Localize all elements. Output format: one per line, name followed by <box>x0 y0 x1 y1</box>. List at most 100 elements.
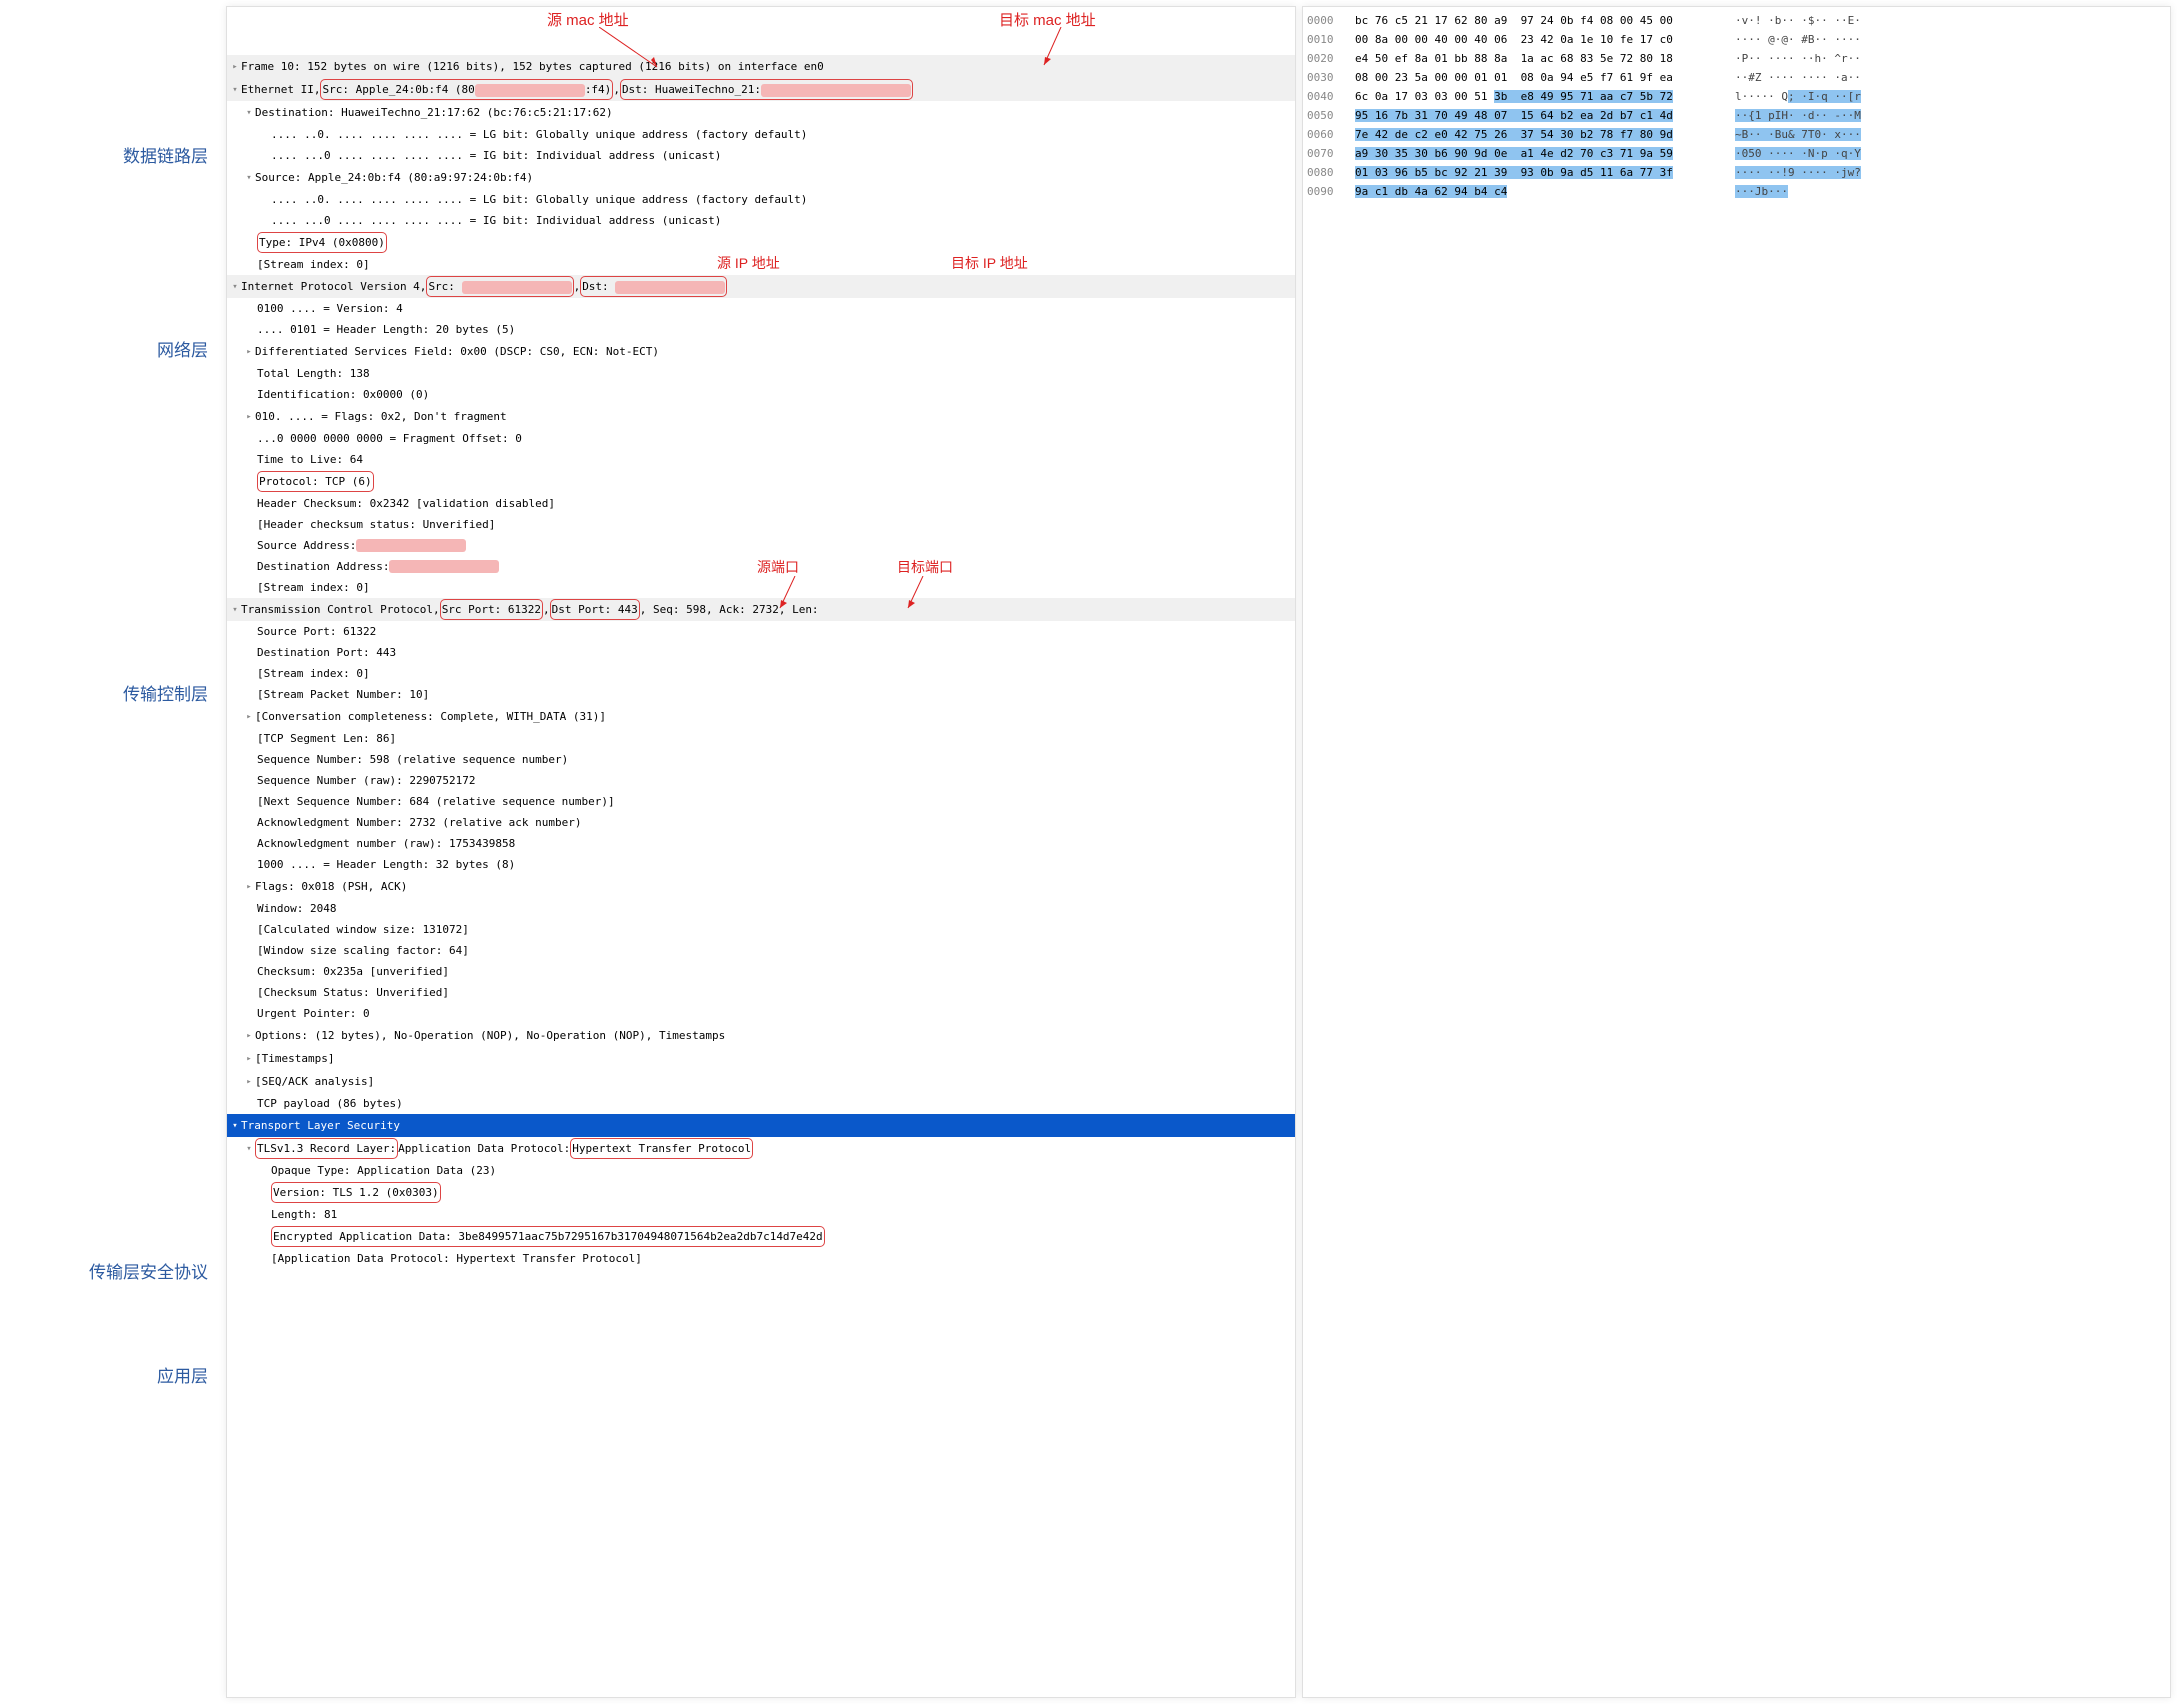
eth-destination-row[interactable]: Destination: HuaweiTechno_21:17:62 (bc:7… <box>227 101 1295 124</box>
expander-icon[interactable] <box>243 1048 255 1069</box>
hex-line[interactable]: 00909a c1 db 4a 62 94 b4 c4···Jb··· <box>1307 182 2166 201</box>
ip-dsfield-row[interactable]: Differentiated Services Field: 0x00 (DSC… <box>227 340 1295 363</box>
tcp-options-row[interactable]: Options: (12 bytes), No-Operation (NOP),… <box>227 1024 1295 1047</box>
tcp-payload-row[interactable]: TCP payload (86 bytes) <box>227 1093 1295 1114</box>
ip-id-row[interactable]: Identification: 0x0000 (0) <box>227 384 1295 405</box>
tree-text: Opaque Type: Application Data (23) <box>271 1161 496 1180</box>
ip-row[interactable]: Internet Protocol Version 4, Src: , Dst: <box>227 275 1295 298</box>
hex-line[interactable]: 0070a9 30 35 30 b6 90 9d 0e a1 4e d2 70 … <box>1307 144 2166 163</box>
tcp-hdrlen-row[interactable]: 1000 .... = Header Length: 32 bytes (8) <box>227 854 1295 875</box>
expander-icon[interactable] <box>243 341 255 362</box>
ann-src-port: 源端口 <box>757 558 799 577</box>
expander-icon[interactable] <box>243 1025 255 1046</box>
tcp-srcport-highlight: Src Port: 61322 <box>440 599 543 620</box>
hex-line[interactable]: 0020e4 50 ef 8a 01 bb 88 8a 1a ac 68 83 … <box>1307 49 2166 68</box>
tls-length-row[interactable]: Length: 81 <box>227 1204 1295 1225</box>
tcp-seglen-row[interactable]: [TCP Segment Len: 86] <box>227 728 1295 749</box>
tcp-seqack-row[interactable]: [SEQ/ACK analysis] <box>227 1070 1295 1093</box>
expander-icon[interactable] <box>229 56 241 77</box>
eth-source-row[interactable]: Source: Apple_24:0b:f4 (80:a9:97:24:0b:f… <box>227 166 1295 189</box>
expander-icon[interactable] <box>243 706 255 727</box>
expander-icon[interactable] <box>243 406 255 427</box>
ethernet-row[interactable]: Ethernet II, Src: Apple_24:0b:f4 (80:f4)… <box>227 78 1295 101</box>
tcp-dstport-row[interactable]: Destination Port: 443 <box>227 642 1295 663</box>
label-network: 网络层 <box>157 336 208 361</box>
tls-row-selected[interactable]: Transport Layer Security <box>227 1114 1295 1137</box>
frame-row[interactable]: Frame 10: 152 bytes on wire (1216 bits),… <box>227 55 1295 78</box>
ip-fragoff-row[interactable]: ...0 0000 0000 0000 = Fragment Offset: 0 <box>227 428 1295 449</box>
packet-detail-panel[interactable]: 源 mac 地址 目标 mac 地址 Frame 10: 152 bytes o… <box>226 6 1296 1698</box>
eth-src-text: Src: Apple_24:0b:f4 (80 <box>322 83 474 96</box>
hex-line[interactable]: 00406c 0a 17 03 03 00 51 3b e8 49 95 71 … <box>1307 87 2166 106</box>
tcp-seqnum-row[interactable]: Sequence Number: 598 (relative sequence … <box>227 749 1295 770</box>
ip-dst-label: Dst: <box>582 280 615 293</box>
hex-line[interactable]: 005095 16 7b 31 70 49 48 07 15 64 b2 ea … <box>1307 106 2166 125</box>
tcp-srcport-row[interactable]: Source Port: 61322 <box>227 621 1295 642</box>
hex-offset: 0070 <box>1307 144 1355 163</box>
expander-icon[interactable] <box>229 1115 241 1136</box>
tls-encdata-row[interactable]: Encrypted Application Data: 3be8499571aa… <box>227 1225 1295 1248</box>
ip-hdrlen-row[interactable]: .... 0101 = Header Length: 20 bytes (5) <box>227 319 1295 340</box>
ip-flags-row[interactable]: 010. .... = Flags: 0x2, Don't fragment <box>227 405 1295 428</box>
eth-lg2-row[interactable]: .... ..0. .... .... .... .... = LG bit: … <box>227 189 1295 210</box>
expander-icon[interactable] <box>243 876 255 897</box>
expander-icon[interactable] <box>243 167 255 188</box>
tcp-prefix: Transmission Control Protocol, <box>241 600 440 619</box>
eth-stream-row[interactable]: [Stream index: 0] 源 IP 地址 目标 IP 地址 <box>227 254 1295 275</box>
tls-opaque-row[interactable]: Opaque Type: Application Data (23) <box>227 1160 1295 1181</box>
ip-proto-row[interactable]: Protocol: TCP (6) <box>227 470 1295 493</box>
expander-icon[interactable] <box>243 1138 255 1159</box>
ip-checksum-row[interactable]: Header Checksum: 0x2342 [validation disa… <box>227 493 1295 514</box>
ip-ttl-row[interactable]: Time to Live: 64 <box>227 449 1295 470</box>
ip-dstaddr-row[interactable]: Destination Address: 源端口 目标端口 <box>227 556 1295 577</box>
tcp-conv-row[interactable]: [Conversation completeness: Complete, WI… <box>227 705 1295 728</box>
tcp-suffix: , Seq: 598, Ack: 2732, Len: <box>640 600 819 619</box>
tls-record-row[interactable]: TLSv1.3 Record Layer: Application Data P… <box>227 1137 1295 1160</box>
tcp-acknum-row[interactable]: Acknowledgment Number: 2732 (relative ac… <box>227 812 1295 833</box>
hex-bytes: 6c 0a 17 03 03 00 51 3b e8 49 95 71 aa c… <box>1355 87 1735 106</box>
eth-ig2-row[interactable]: .... ...0 .... .... .... .... = IG bit: … <box>227 210 1295 231</box>
tcp-row[interactable]: Transmission Control Protocol, Src Port:… <box>227 598 1295 621</box>
tls-appproto-row[interactable]: [Application Data Protocol: Hypertext Tr… <box>227 1248 1295 1269</box>
eth-lg1-row[interactable]: .... ..0. .... .... .... .... = LG bit: … <box>227 124 1295 145</box>
tcp-flags-row[interactable]: Flags: 0x018 (PSH, ACK) <box>227 875 1295 898</box>
hex-line[interactable]: 001000 8a 00 00 40 00 40 06 23 42 0a 1e … <box>1307 30 2166 49</box>
hex-line[interactable]: 00607e 42 de c2 e0 42 75 26 37 54 30 b2 … <box>1307 125 2166 144</box>
expander-icon[interactable] <box>229 276 241 297</box>
tcp-nextseq-row[interactable]: [Next Sequence Number: 684 (relative seq… <box>227 791 1295 812</box>
tcp-winscale-row[interactable]: [Window size scaling factor: 64] <box>227 940 1295 961</box>
ip-chkstatus-row[interactable]: [Header checksum status: Unverified] <box>227 514 1295 535</box>
hex-dump-panel[interactable]: 0000bc 76 c5 21 17 62 80 a9 97 24 0b f4 … <box>1302 6 2171 1698</box>
tcp-chkstatus-row[interactable]: [Checksum Status: Unverified] <box>227 982 1295 1003</box>
tcp-pnum-row[interactable]: [Stream Packet Number: 10] <box>227 684 1295 705</box>
tcp-urgent-row[interactable]: Urgent Pointer: 0 <box>227 1003 1295 1024</box>
hex-ascii: ··{1 pIH· ·d·· -··M <box>1735 106 1861 125</box>
tcp-stream-row[interactable]: [Stream index: 0] <box>227 663 1295 684</box>
expander-icon[interactable] <box>229 79 241 100</box>
tcp-timestamps-row[interactable]: [Timestamps] <box>227 1047 1295 1070</box>
hex-line[interactable]: 008001 03 96 b5 bc 92 21 39 93 0b 9a d5 … <box>1307 163 2166 182</box>
eth-type-row[interactable]: Type: IPv4 (0x0800) <box>227 231 1295 254</box>
tree-text: [Header checksum status: Unverified] <box>257 515 495 534</box>
hex-line[interactable]: 0000bc 76 c5 21 17 62 80 a9 97 24 0b f4 … <box>1307 11 2166 30</box>
tcp-seqraw-row[interactable]: Sequence Number (raw): 2290752172 <box>227 770 1295 791</box>
tls-version-row[interactable]: Version: TLS 1.2 (0x0303) <box>227 1181 1295 1204</box>
tcp-ackraw-row[interactable]: Acknowledgment number (raw): 1753439858 <box>227 833 1295 854</box>
ann-src-ip-text: 源 IP 地址 <box>717 254 780 273</box>
hex-offset: 0000 <box>1307 11 1355 30</box>
tcp-calcwin-row[interactable]: [Calculated window size: 131072] <box>227 919 1295 940</box>
hex-line[interactable]: 003008 00 23 5a 00 00 01 01 08 0a 94 e5 … <box>1307 68 2166 87</box>
ip-version-row[interactable]: 0100 .... = Version: 4 <box>227 298 1295 319</box>
eth-ig1-row[interactable]: .... ...0 .... .... .... .... = IG bit: … <box>227 145 1295 166</box>
tree-text: [Next Sequence Number: 684 (relative seq… <box>257 792 615 811</box>
ip-len-row[interactable]: Total Length: 138 <box>227 363 1295 384</box>
ip-stream-row[interactable]: [Stream index: 0] <box>227 577 1295 598</box>
expander-icon[interactable] <box>229 599 241 620</box>
tcp-checksum-row[interactable]: Checksum: 0x235a [unverified] <box>227 961 1295 982</box>
expander-icon[interactable] <box>243 102 255 123</box>
tree-text: [Checksum Status: Unverified] <box>257 983 449 1002</box>
expander-icon[interactable] <box>243 1071 255 1092</box>
tcp-window-row[interactable]: Window: 2048 <box>227 898 1295 919</box>
ip-srcaddr-row[interactable]: Source Address: <box>227 535 1295 556</box>
ann-dst-mac-text: 目标 mac 地址 <box>999 12 1096 29</box>
